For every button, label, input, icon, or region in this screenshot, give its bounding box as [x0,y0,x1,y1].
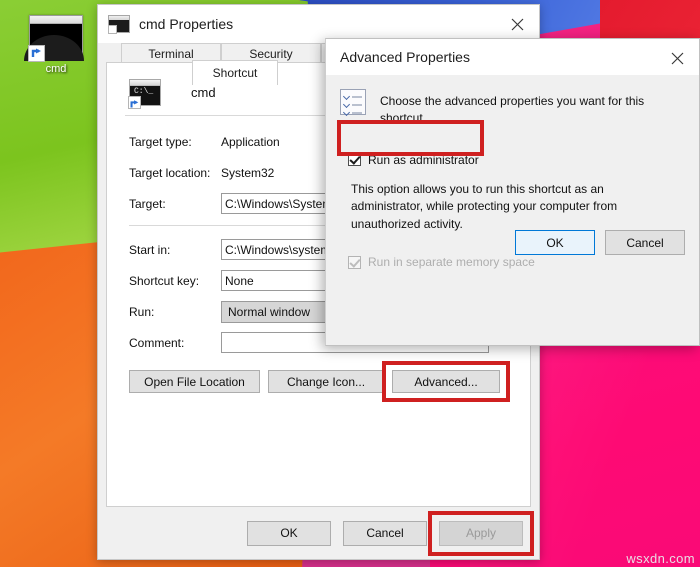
apply-button-label: Apply [465,526,497,540]
open-file-location-label: Open File Location [144,374,245,389]
run-as-administrator-checkbox-row[interactable]: Run as administrator [348,153,479,167]
ok-button[interactable]: OK [247,520,331,546]
cancel-button[interactable]: Cancel [343,520,427,546]
shortcut-arrow-icon [28,45,45,62]
tab-shortcut[interactable]: Shortcut [192,60,278,85]
advanced-titlebar: Advanced Properties [326,39,699,75]
tab-shortcut-label: Shortcut [212,66,258,80]
change-icon-button[interactable]: Change Icon... [268,370,384,393]
advanced-button[interactable]: Advanced... [392,370,500,393]
titlebar-console-icon [108,15,130,34]
label-target-type: Target type: [129,134,192,149]
advanced-intro-row: Choose the advanced properties you want … [326,75,699,127]
close-icon [671,52,683,64]
label-run: Run: [129,304,155,319]
close-icon [511,18,523,30]
advanced-button-wrapper: Advanced... [382,361,510,402]
tab-terminal-label: Terminal [148,46,194,61]
run-as-administrator-checkbox[interactable] [348,153,361,167]
window-title: cmd Properties [139,16,234,32]
advanced-close-button[interactable] [655,39,699,77]
advanced-ok-button[interactable]: OK [515,230,595,256]
properties-footer-buttons: OK Cancel Apply [98,507,539,559]
advanced-cancel-button[interactable]: Cancel [605,230,685,256]
shortcut-arrow-overlay-icon [128,95,141,109]
value-target-location: System32 [221,165,275,180]
advanced-button-label: Advanced... [414,374,478,389]
run-in-separate-memory-label: Run in separate memory space [368,255,535,270]
advanced-ok-label: OK [546,235,564,250]
cancel-button-label: Cancel [366,526,404,540]
apply-button: Apply [439,520,523,546]
change-icon-label: Change Icon... [286,374,366,389]
label-comment: Comment: [129,335,185,350]
label-start-in: Start in: [129,242,171,257]
shortcut-item-name: cmd [191,84,216,100]
run-in-separate-memory-checkbox-row: Run in separate memory space [348,255,699,269]
shortcut-action-buttons: Open File Location Change Icon... Advanc… [107,358,530,402]
advanced-properties-dialog: Advanced Properties Choose the advanced … [325,38,700,346]
open-file-location-button[interactable]: Open File Location [129,370,260,393]
apply-button-wrapper: Apply [428,510,534,556]
desktop-icon-label: cmd [45,63,67,75]
tab-security-label: Security [249,46,293,61]
advanced-dialog-title: Advanced Properties [340,49,470,65]
desktop-shortcut-cmd[interactable]: cmd [24,15,87,75]
screen: cmd cmd Properties Terminal Security Sho… [0,0,700,567]
advanced-dialog-buttons: OK Cancel [515,230,685,256]
checklist-icon [340,89,366,117]
label-shortcut-key: Shortcut key: [129,273,200,288]
label-target: Target: [129,196,166,211]
shortcut-console-icon: C:\_ [128,78,161,109]
source-watermark: wsxdn.com [626,551,695,566]
run-as-admin-row: Run as administrator [326,119,484,167]
ok-button-label: OK [280,526,298,540]
advanced-cancel-label: Cancel [626,235,664,250]
console-window-icon [24,15,84,62]
value-target-type: Application [221,134,280,149]
advanced-dialog-body: Choose the advanced properties you want … [326,75,699,269]
advanced-description: This option allows you to run this short… [351,182,618,231]
advanced-intro-text: Choose the advanced properties you want … [380,94,645,125]
run-in-separate-memory-checkbox [348,255,361,269]
label-target-location: Target location: [129,165,211,180]
run-as-administrator-label: Run as administrator [368,152,479,167]
